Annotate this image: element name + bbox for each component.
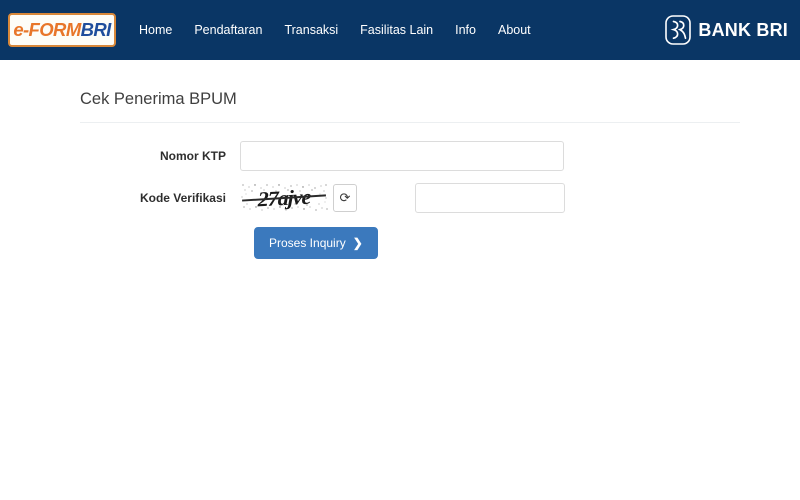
proses-inquiry-button[interactable]: Proses Inquiry ❯ bbox=[254, 226, 378, 259]
nav-item-home[interactable]: Home bbox=[128, 18, 183, 43]
nav-item-info[interactable]: Info bbox=[444, 18, 487, 43]
nav-item-about[interactable]: About bbox=[487, 18, 542, 43]
captcha-input[interactable] bbox=[415, 182, 565, 213]
refresh-icon[interactable]: ⟳ bbox=[333, 183, 357, 212]
form-row-submit: Proses Inquiry ❯ bbox=[80, 226, 740, 259]
title-divider bbox=[80, 121, 740, 123]
page-title: Cek Penerima BPUM bbox=[80, 90, 237, 108]
captcha-label: Kode Verifikasi bbox=[139, 190, 226, 205]
bank-bri-logo: BANK BRI bbox=[665, 15, 788, 45]
refresh-glyph: ⟳ bbox=[339, 190, 351, 206]
captcha-group: 27ajve ⟳ bbox=[240, 182, 565, 213]
form-row-captcha: Kode Verifikasi 27ajve ⟳ bbox=[80, 182, 740, 213]
proses-inquiry-label: Proses Inquiry bbox=[269, 235, 346, 250]
main-navigation: Home Pendaftaran Transaksi Fasilitas Lai… bbox=[128, 18, 542, 43]
content-container: Cek Penerima BPUM Nomor KTP Kode Verifik… bbox=[80, 60, 740, 259]
top-navbar: e-FORMBRI Home Pendaftaran Transaksi Fas… bbox=[0, 0, 800, 60]
nav-item-transaksi[interactable]: Transaksi bbox=[273, 18, 349, 43]
nav-item-pendaftaran[interactable]: Pendaftaran bbox=[183, 18, 273, 43]
submit-offset bbox=[240, 227, 254, 259]
bank-name-text: BANK BRI bbox=[698, 20, 788, 40]
page-body: Cek Penerima BPUM Nomor KTP Kode Verifik… bbox=[0, 60, 800, 259]
bpum-inquiry-form: Nomor KTP Kode Verifikasi 27ajve ⟳ Prose… bbox=[80, 140, 740, 259]
form-row-ktp: Nomor KTP bbox=[80, 140, 740, 171]
logo-text: e-FORMBRI bbox=[13, 18, 112, 40]
logo-text-eform: e-FORM bbox=[13, 18, 81, 40]
logo-text-bri: BRI bbox=[80, 18, 112, 40]
ktp-label: Nomor KTP bbox=[160, 148, 226, 163]
bri-mark-icon bbox=[665, 15, 692, 45]
eform-bri-logo[interactable]: e-FORMBRI bbox=[8, 13, 116, 47]
nav-item-fasilitas-lain[interactable]: Fasilitas Lain bbox=[349, 18, 444, 43]
captcha-image: 27ajve bbox=[240, 182, 328, 213]
chevron-right-icon: ❯ bbox=[352, 235, 363, 250]
submit-spacer bbox=[80, 227, 240, 259]
ktp-input[interactable] bbox=[240, 140, 564, 171]
